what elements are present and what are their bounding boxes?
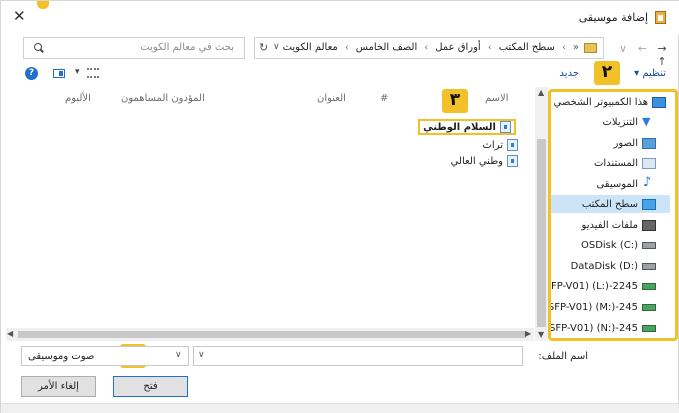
badge-one-mark — [37, 1, 49, 9]
organize-button[interactable]: تنظيم ▾ — [634, 68, 666, 79]
open-button[interactable]: فتح — [113, 376, 188, 397]
column-number[interactable]: # — [380, 93, 388, 104]
scrollbar-thumb[interactable] — [18, 331, 526, 338]
file-name: تراث — [482, 139, 504, 151]
audio-file-icon — [507, 139, 518, 151]
search-icon — [34, 43, 42, 51]
audio-file-icon — [507, 155, 518, 167]
search-input[interactable]: بحث في معالم الكويت — [23, 37, 245, 59]
filetype-select[interactable]: صوت وموسيقى ∨ — [21, 346, 189, 366]
breadcrumb-fifth-grade[interactable]: الصف الخامس — [356, 42, 417, 53]
filetype-value: صوت وموسيقى — [28, 351, 95, 362]
title-bar: ✕ إضافة موسيقى — [1, 1, 679, 35]
breadcrumb: « › سطح المكتب › أوراق عمل › الصف الخامس… — [282, 42, 579, 53]
scroll-right-icon[interactable]: ▶ — [525, 329, 531, 338]
new-folder-button[interactable]: جديد — [560, 68, 579, 79]
step-badge-three: ٣ — [442, 89, 468, 113]
breadcrumb-worksheets[interactable]: أوراق عمل — [435, 42, 480, 53]
scroll-left-icon[interactable]: ◀ — [7, 329, 13, 338]
view-dropdown-icon[interactable]: ▾ — [75, 67, 80, 77]
close-icon[interactable]: ✕ — [13, 7, 26, 25]
filename-label: اسم الملف: — [538, 351, 588, 362]
address-dropdown-icon[interactable]: ∨ — [273, 42, 280, 52]
breadcrumb-kuwait-landmarks[interactable]: معالم الكويت — [283, 42, 338, 53]
navigation-buttons: → ← ∨ ↑ — [600, 42, 670, 68]
step-badge-two: ٢ — [594, 61, 620, 85]
cancel-button[interactable]: إلغاء الأمر — [21, 376, 96, 397]
breadcrumb-overflow[interactable]: « — [573, 42, 579, 53]
forward-arrow-icon[interactable]: ← — [635, 42, 651, 55]
refresh-icon[interactable]: ↻ — [259, 41, 268, 54]
nav-pane-scrollbar[interactable]: ▲ ▼ — [535, 87, 548, 341]
chevron-down-icon: ∨ — [175, 350, 182, 360]
file-name: السلام الوطني — [423, 121, 496, 133]
dialog-bottom-strip — [1, 403, 679, 413]
file-list-horizontal-scrollbar[interactable]: ◀ ▶ — [6, 328, 534, 341]
scroll-up-icon[interactable]: ▲ — [538, 88, 544, 97]
folder-icon — [584, 43, 597, 53]
column-name[interactable]: الاسم — [485, 93, 509, 104]
audio-file-icon — [500, 121, 511, 133]
filename-input[interactable]: ∨ — [193, 346, 523, 366]
view-options-icon[interactable] — [87, 68, 99, 78]
help-icon[interactable]: ? — [25, 67, 38, 80]
app-icon — [655, 11, 666, 24]
column-title[interactable]: العنوان — [317, 93, 346, 104]
address-bar[interactable]: « › سطح المكتب › أوراق عمل › الصف الخامس… — [254, 37, 604, 59]
list-item[interactable]: وطني العالي — [451, 153, 518, 169]
file-dialog-window: ✕ إضافة موسيقى → ← ∨ ↑ « › سطح المكتب › … — [0, 0, 679, 413]
recent-locations-icon[interactable]: ∨ — [615, 42, 631, 55]
up-arrow-icon[interactable]: ↑ — [654, 55, 670, 68]
list-item[interactable]: تراث — [482, 137, 518, 153]
scrollbar-thumb[interactable] — [537, 139, 546, 327]
list-item[interactable]: السلام الوطني — [418, 119, 516, 135]
window-title: إضافة موسيقى — [578, 11, 648, 24]
nav-pane-highlight-frame — [548, 89, 678, 341]
filename-dropdown-icon[interactable]: ∨ — [198, 350, 205, 360]
file-name: وطني العالي — [450, 155, 503, 167]
back-arrow-icon[interactable]: → — [654, 42, 670, 55]
column-album[interactable]: الألبوم — [65, 93, 91, 104]
search-placeholder: بحث في معالم الكويت — [140, 42, 234, 53]
column-contributing-artists[interactable]: المؤدون المساهمون — [121, 93, 205, 104]
preview-pane-icon[interactable] — [53, 69, 65, 78]
breadcrumb-desktop[interactable]: سطح المكتب — [499, 42, 555, 53]
scroll-down-icon[interactable]: ▼ — [538, 330, 544, 339]
